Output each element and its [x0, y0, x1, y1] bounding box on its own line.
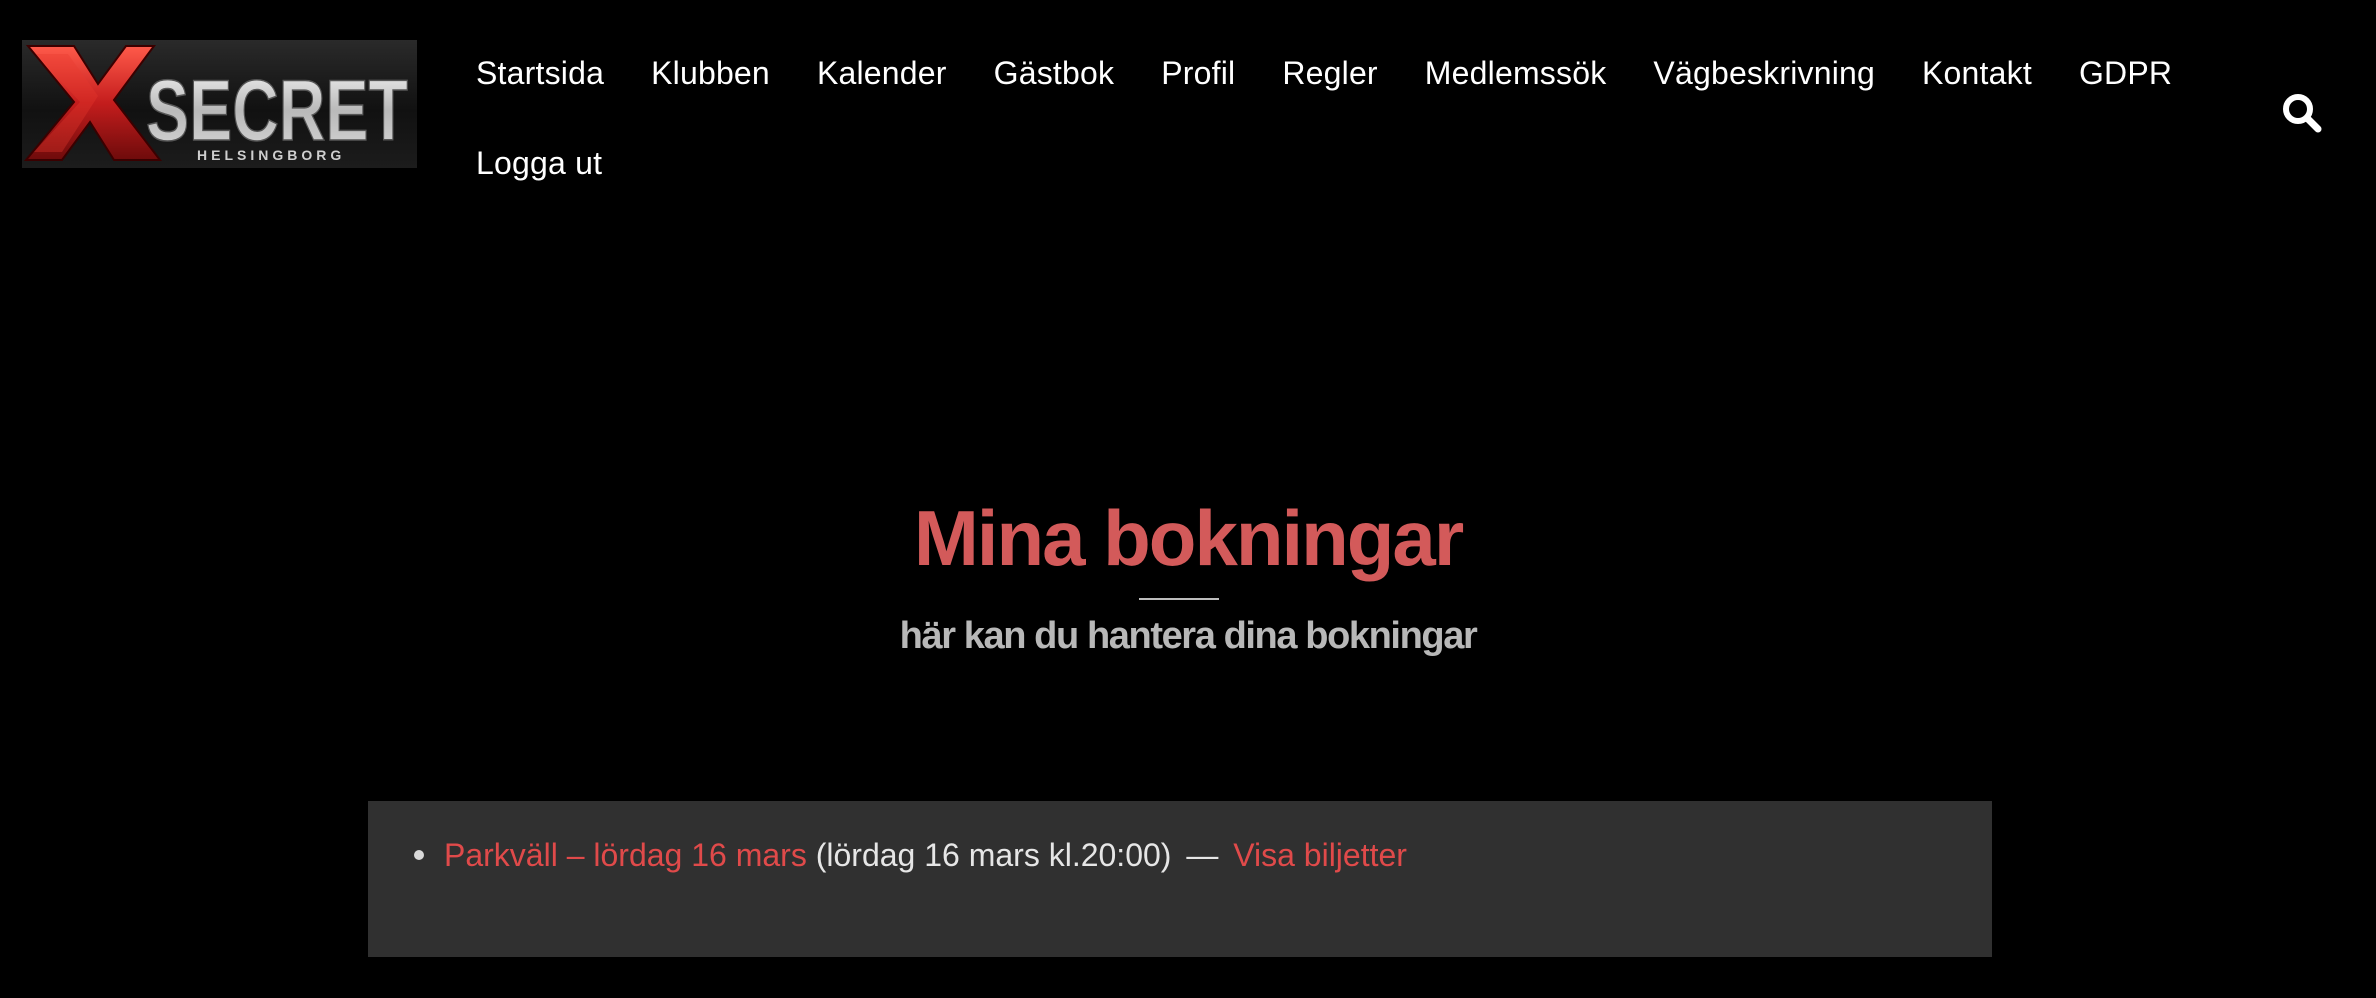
logo-graphic: SECRET HELSINGBORG — [23, 45, 409, 163]
nav-item-regler[interactable]: Regler — [1282, 28, 1377, 118]
nav-item-logga-ut[interactable]: Logga ut — [476, 118, 602, 208]
logo-subtext: HELSINGBORG — [197, 147, 345, 163]
nav-item-profil[interactable]: Profil — [1161, 28, 1235, 118]
booking-event-link[interactable]: Parkväll – lördag 16 mars — [444, 837, 807, 873]
nav-item-medlemssok[interactable]: Medlemssök — [1425, 28, 1607, 118]
nav-item-gastbok[interactable]: Gästbok — [994, 28, 1115, 118]
page-subtitle: här kan du hantera dina bokningar — [899, 615, 1478, 657]
booking-datetime: (lördag 16 mars kl.20:00) — [815, 837, 1172, 873]
search-button[interactable] — [2281, 92, 2323, 134]
search-icon — [2283, 94, 2322, 133]
bookings-panel: Parkväll – lördag 16 mars (lördag 16 mar… — [368, 801, 1992, 957]
nav-item-startsida[interactable]: Startsida — [476, 28, 604, 118]
nav-item-kontakt[interactable]: Kontakt — [1922, 28, 2032, 118]
booking-separator: — — [1186, 837, 1219, 873]
logo-wordmark: SECRET — [146, 63, 408, 159]
main-nav: Startsida Klubben Kalender Gästbok Profi… — [476, 28, 2236, 208]
nav-item-klubben[interactable]: Klubben — [651, 28, 770, 118]
page-title: Mina bokningar — [913, 494, 1464, 582]
title-divider — [1139, 598, 1219, 600]
site-logo[interactable]: SECRET HELSINGBORG — [22, 40, 417, 168]
list-bullet — [414, 849, 424, 860]
view-tickets-link[interactable]: Visa biljetter — [1233, 837, 1407, 873]
booking-item: Parkväll – lördag 16 mars (lördag 16 mar… — [414, 831, 1407, 879]
nav-item-vagbeskrivning[interactable]: Vägbeskrivning — [1653, 28, 1875, 118]
nav-item-kalender[interactable]: Kalender — [817, 28, 947, 118]
nav-item-gdpr[interactable]: GDPR — [2079, 28, 2172, 118]
